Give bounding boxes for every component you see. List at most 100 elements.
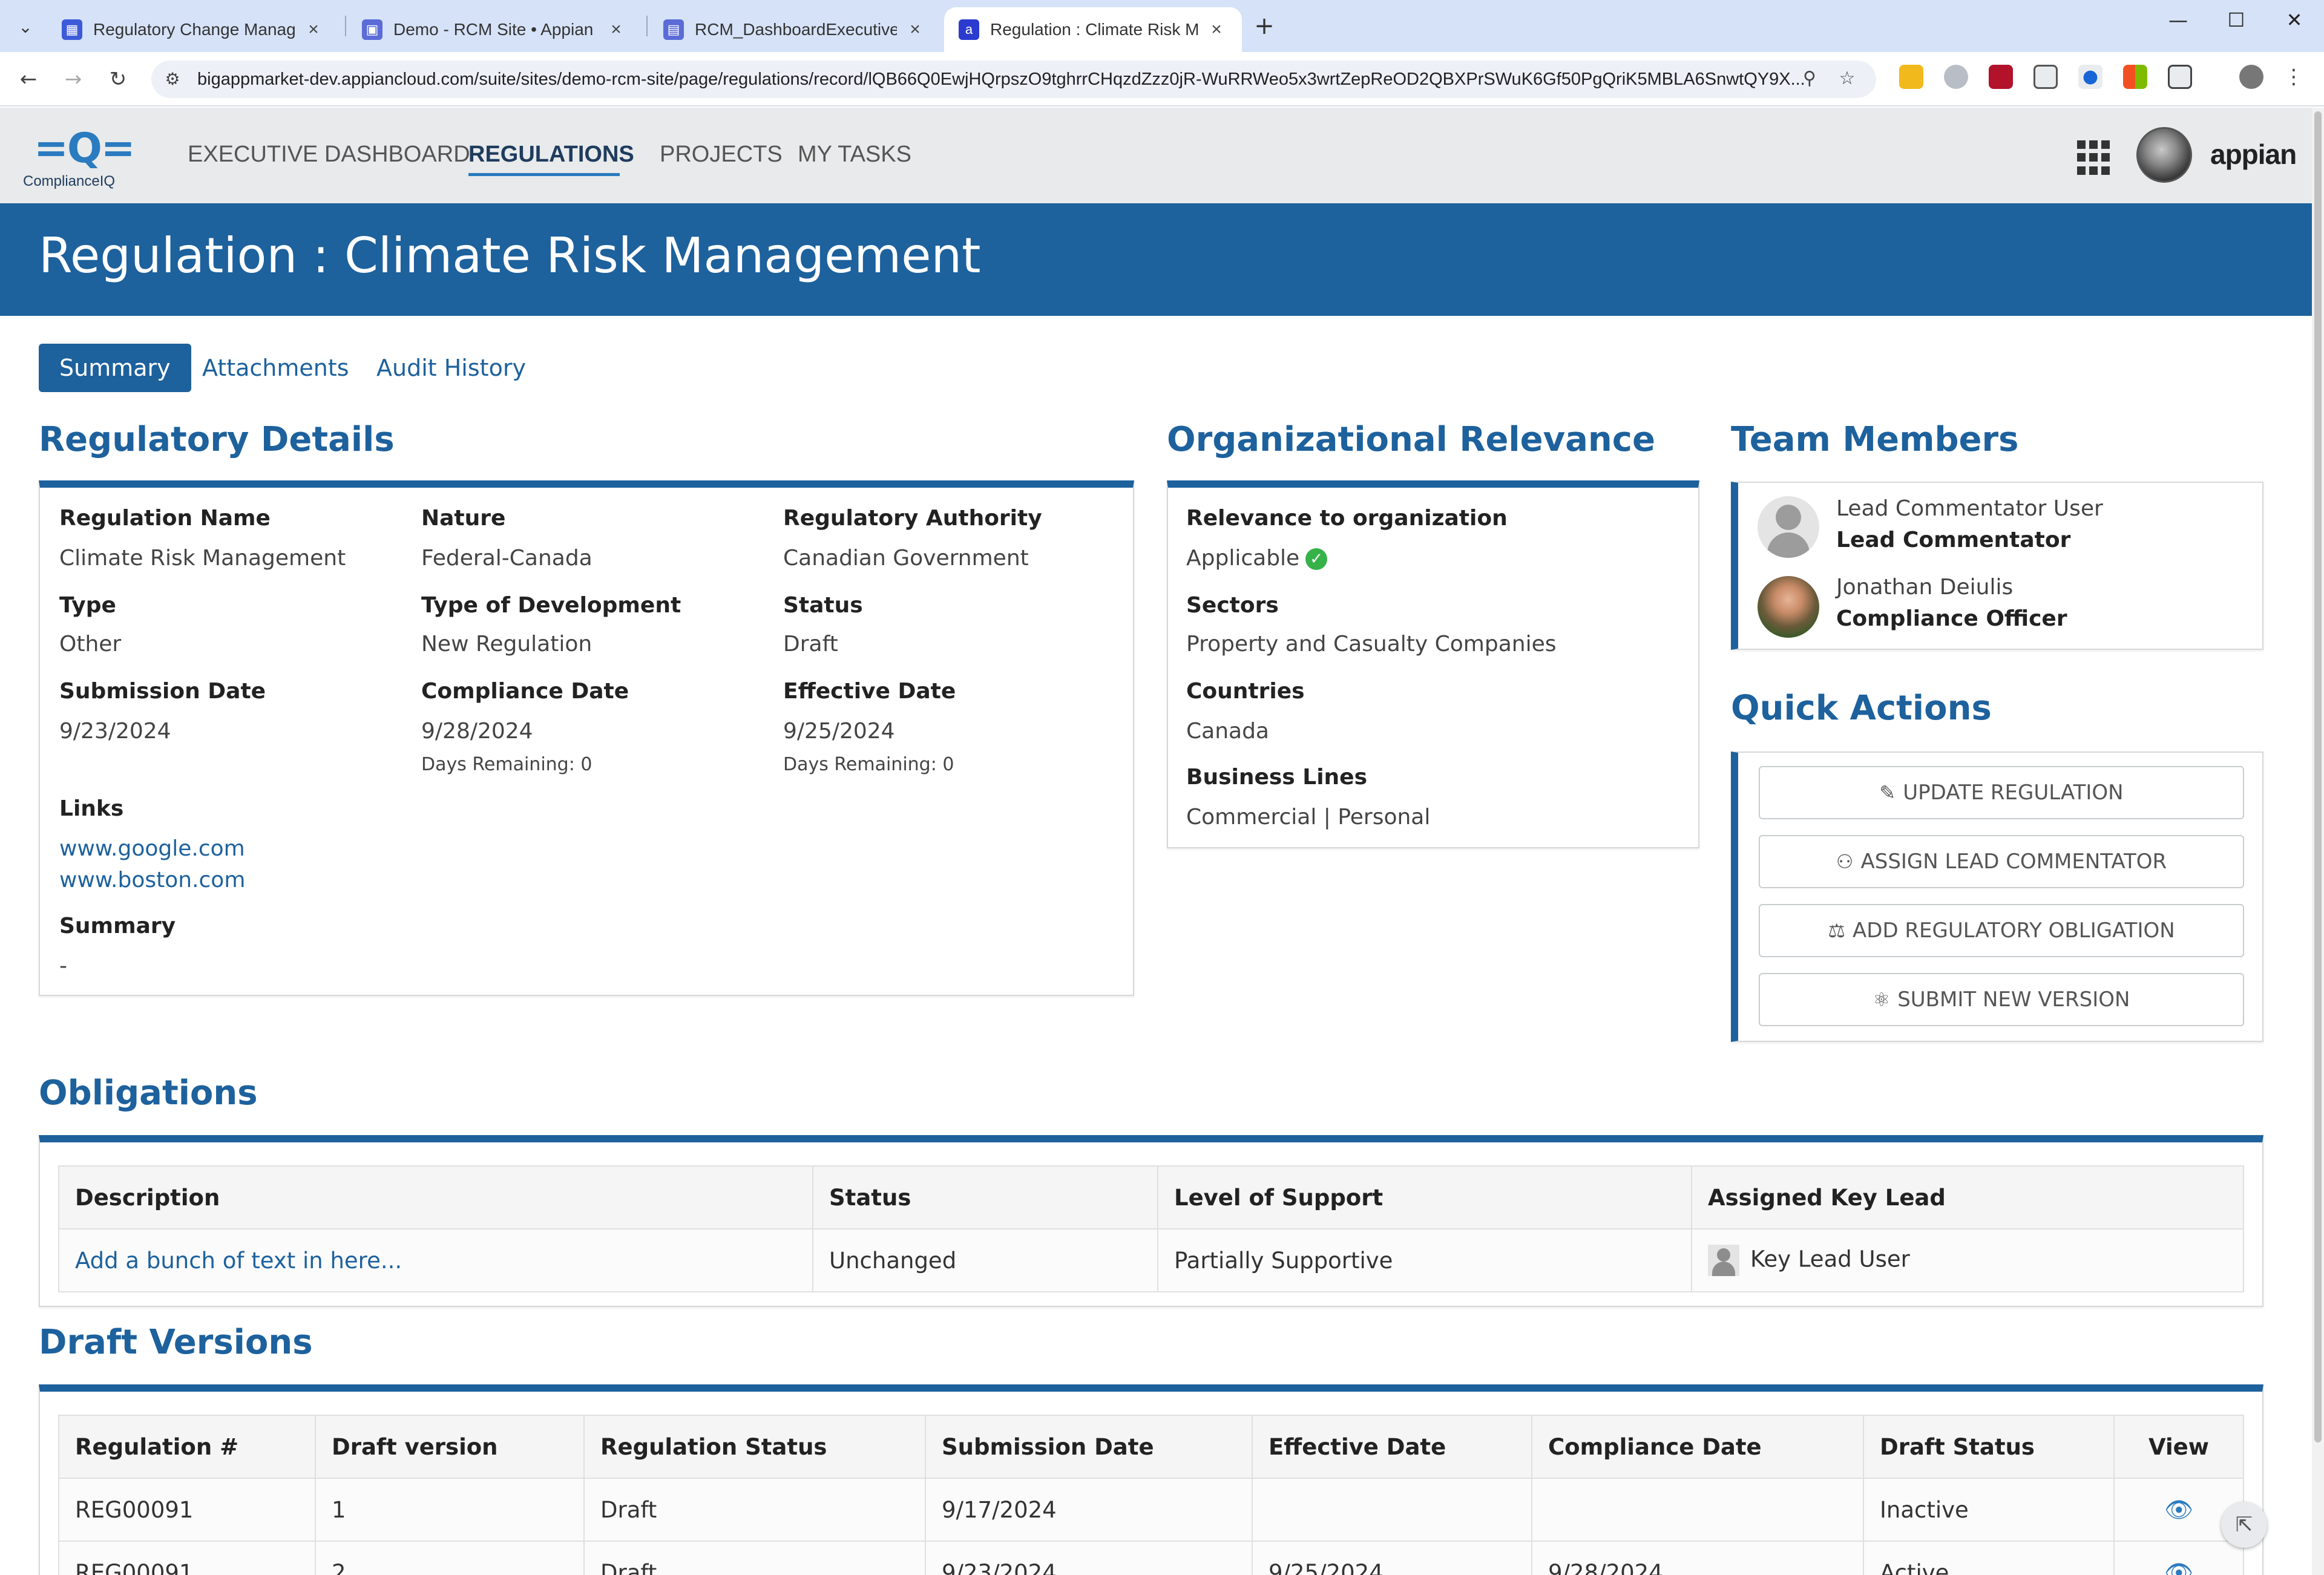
page-title: Regulation : Climate Risk Management: [39, 228, 981, 284]
tab-summary[interactable]: Summary: [39, 344, 191, 392]
column-header-regulation-status[interactable]: Regulation Status: [583, 1415, 926, 1479]
member-name[interactable]: Jonathan Deiulis: [1836, 575, 2013, 600]
regulation-number-cell: REG00091: [58, 1541, 316, 1575]
column-header-status[interactable]: Status: [812, 1165, 1158, 1230]
column-header-description[interactable]: Description: [58, 1165, 813, 1230]
extension-icon[interactable]: [1944, 65, 1968, 89]
site-info-icon[interactable]: ⚙: [160, 67, 185, 92]
browser-tab-3[interactable]: ▤ RCM_DashboardExecutive_v2 • ×: [649, 7, 940, 52]
effective-date-value: 9/25/2024: [783, 719, 895, 744]
extension-icon[interactable]: [1899, 65, 1923, 89]
user-avatar-icon: [1708, 1245, 1739, 1276]
sectors-value: Property and Casualty Companies: [1186, 632, 1557, 657]
draft-status-cell: Active: [1863, 1541, 2115, 1575]
ublock-icon[interactable]: [1989, 65, 2013, 89]
tab-search-icon[interactable]: ⌄: [10, 11, 41, 42]
summary-label: Summary: [59, 914, 176, 938]
url-text[interactable]: bigappmarket-dev.appiancloud.com/suite/s…: [197, 61, 1831, 98]
nav-projects[interactable]: PROJECTS: [660, 142, 783, 168]
nav-executive-dashboard[interactable]: EXECUTIVE DASHBOARD: [188, 142, 470, 168]
nav-my-tasks[interactable]: MY TASKS: [798, 142, 911, 168]
obligation-description-link[interactable]: Add a bunch of text in here...: [75, 1248, 402, 1274]
complianceiq-logo[interactable]: =Q= ComplianceIQ: [23, 125, 136, 191]
minimize-icon[interactable]: —: [2151, 8, 2205, 31]
column-header-regulation-number[interactable]: Regulation #: [58, 1415, 316, 1479]
page-scrollbar[interactable]: [2312, 108, 2324, 1575]
close-tab-icon[interactable]: ×: [605, 19, 627, 40]
draft-versions-heading: Draft Versions: [39, 1323, 313, 1362]
bookmark-star-icon[interactable]: ☆: [1835, 68, 1859, 89]
browser-tab-1[interactable]: ▦ Regulatory Change Managem ×: [47, 7, 339, 52]
column-header-draft-status[interactable]: Draft Status: [1863, 1415, 2115, 1479]
browser-toolbar: ← → ↻ ⚙ bigappmarket-dev.appiancloud.com…: [0, 52, 2324, 106]
new-tab-icon[interactable]: +: [1249, 12, 1279, 40]
status-value: Draft: [783, 632, 838, 657]
close-tab-icon[interactable]: ×: [904, 19, 926, 40]
submission-date-cell: 9/17/2024: [925, 1478, 1253, 1542]
submit-new-version-button[interactable]: ⚛ SUBMIT NEW VERSION: [1759, 973, 2244, 1026]
obligation-status-cell: Unchanged: [812, 1228, 1158, 1292]
maximize-icon[interactable]: ☐: [2209, 8, 2263, 31]
eye-icon[interactable]: 👁: [2164, 1559, 2193, 1575]
table-row: Add a bunch of text in here... Unchanged…: [58, 1228, 2244, 1292]
obligation-lead-cell: Key Lead User: [1691, 1228, 2244, 1292]
compliance-date-cell: [1531, 1478, 1864, 1542]
add-regulatory-obligation-button[interactable]: ⚖ ADD REGULATORY OBLIGATION: [1759, 904, 2244, 957]
obligations-heading: Obligations: [39, 1073, 258, 1113]
status-label: Status: [783, 593, 863, 618]
link-boston[interactable]: www.boston.com: [59, 868, 245, 892]
user-avatar[interactable]: [2136, 127, 2192, 183]
column-header-draft-version[interactable]: Draft version: [315, 1415, 585, 1479]
site-favicon-icon: ▣: [362, 19, 382, 40]
close-tab-icon[interactable]: ×: [1206, 19, 1227, 40]
browser-menu-icon[interactable]: ⋮: [2282, 65, 2306, 89]
compliance-date-cell: 9/28/2024: [1531, 1541, 1864, 1575]
tab-separator: [345, 16, 346, 36]
regulatory-authority-label: Regulatory Authority: [783, 506, 1042, 531]
edit-icon: ✎: [1879, 781, 1896, 804]
extension-icon[interactable]: [2034, 65, 2058, 89]
submission-date-cell: 9/23/2024: [925, 1541, 1253, 1575]
address-bar[interactable]: ⚙ bigappmarket-dev.appiancloud.com/suite…: [151, 61, 1876, 98]
tab-attachments[interactable]: Attachments: [182, 344, 370, 392]
link-google[interactable]: www.google.com: [59, 836, 245, 861]
column-header-assigned-key-lead[interactable]: Assigned Key Lead: [1691, 1165, 2244, 1230]
browser-tab-2[interactable]: ▣ Demo - RCM Site • Appian Site ×: [347, 7, 642, 52]
button-label: ADD REGULATORY OBLIGATION: [1853, 918, 2175, 943]
assign-lead-commentator-button[interactable]: ⚇ ASSIGN LEAD COMMENTATOR: [1759, 835, 2244, 888]
type-value: Other: [59, 632, 122, 657]
draft-version-cell: 1: [315, 1478, 585, 1542]
column-header-submission-date[interactable]: Submission Date: [925, 1415, 1253, 1479]
column-header-effective-date[interactable]: Effective Date: [1252, 1415, 1532, 1479]
countries-label: Countries: [1186, 679, 1305, 704]
member-avatar-photo: [1758, 576, 1819, 638]
tab-audit-history[interactable]: Audit History: [356, 344, 547, 392]
cursor-select-icon[interactable]: ⇱: [2221, 1502, 2267, 1548]
reload-icon[interactable]: ↻: [103, 64, 133, 94]
zoom-icon[interactable]: ⚲: [1797, 68, 1822, 89]
nav-regulations[interactable]: REGULATIONS: [468, 142, 634, 168]
droplet-icon[interactable]: ●: [2078, 65, 2102, 89]
organizational-relevance-card: [1167, 480, 1699, 848]
eye-icon[interactable]: 👁: [2164, 1496, 2193, 1523]
microsoft-icon[interactable]: [2123, 65, 2147, 89]
lead-name[interactable]: Key Lead User: [1750, 1246, 1910, 1272]
apps-grid-icon[interactable]: [2077, 140, 2112, 175]
back-icon[interactable]: ←: [13, 64, 44, 94]
column-header-compliance-date[interactable]: Compliance Date: [1531, 1415, 1864, 1479]
column-header-level-of-support[interactable]: Level of Support: [1157, 1165, 1692, 1230]
effective-days-remaining: Days Remaining: 0: [783, 754, 954, 775]
member-name[interactable]: Lead Commentator User: [1836, 496, 2103, 521]
relevance-value: Applicable ✓: [1186, 546, 1328, 571]
browser-tab-4-active[interactable]: a Regulation : Climate Risk Mana ×: [944, 7, 1242, 52]
close-window-icon[interactable]: ✕: [2267, 8, 2322, 31]
update-regulation-button[interactable]: ✎ UPDATE REGULATION: [1759, 766, 2244, 819]
extensions-puzzle-icon[interactable]: [2168, 65, 2192, 89]
scrollbar-thumb[interactable]: [2314, 111, 2322, 1442]
user-check-icon: ⚇: [1836, 850, 1854, 873]
close-tab-icon[interactable]: ×: [303, 19, 324, 40]
forward-icon[interactable]: →: [58, 64, 88, 94]
effective-date-cell: 9/25/2024: [1252, 1541, 1532, 1575]
profile-icon[interactable]: [2239, 65, 2263, 89]
submission-date-label: Submission Date: [59, 679, 266, 704]
